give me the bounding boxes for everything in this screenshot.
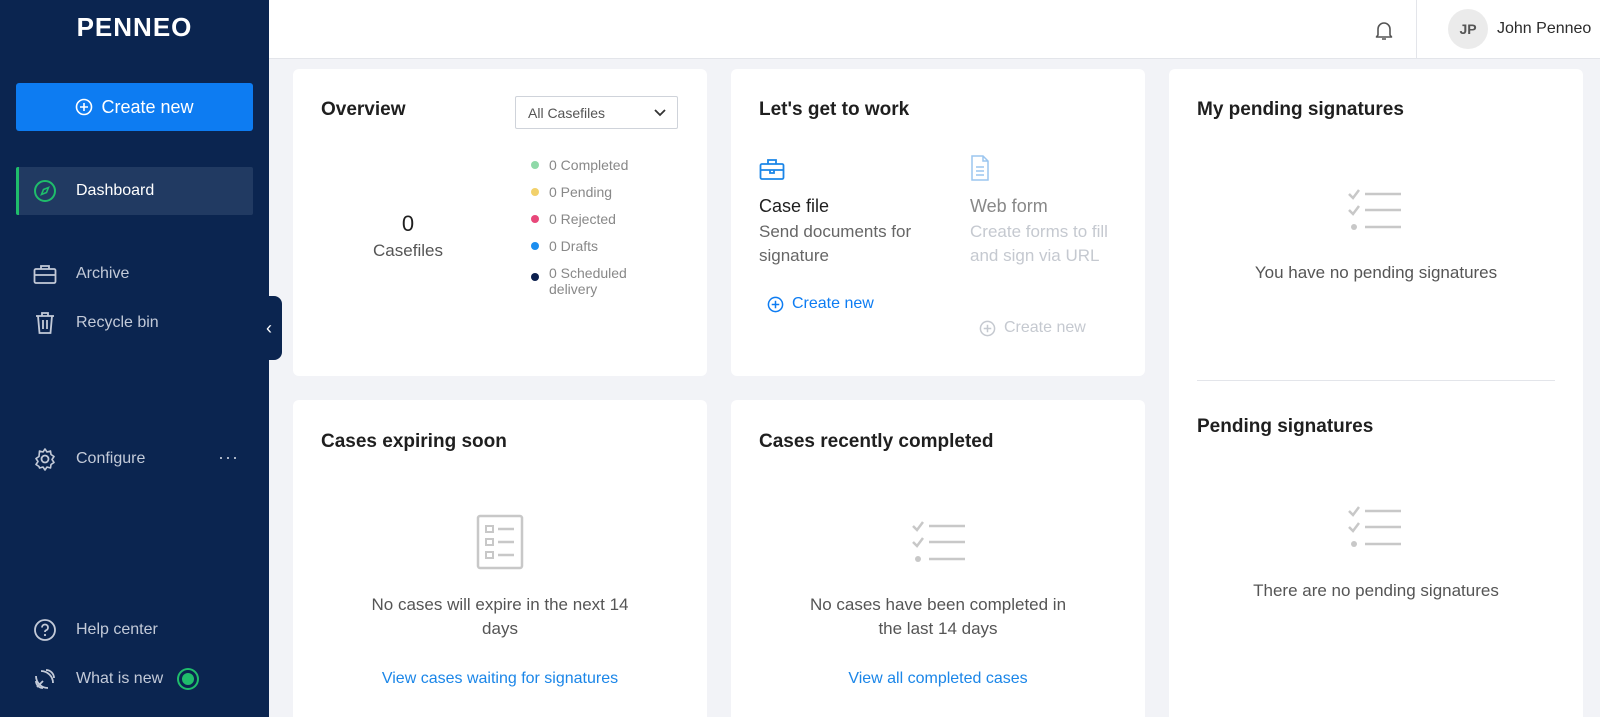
sidebar-item-label: What is new	[76, 670, 164, 687]
topbar-divider	[1416, 0, 1417, 59]
cases-completed-title: Cases recently completed	[759, 431, 994, 452]
pending-signatures-title: Pending signatures	[1197, 416, 1374, 437]
penneo-logo: PENNEO	[76, 12, 193, 42]
my-pending-signatures-title: My pending signatures	[1197, 99, 1404, 120]
case-file-title: Case file	[759, 196, 830, 216]
legend-dot	[531, 215, 539, 223]
view-completed-cases-link[interactable]: View all completed cases	[731, 670, 1145, 688]
trash-icon	[32, 310, 58, 336]
legend-scheduled-delivery: 0 Scheduled delivery	[531, 265, 641, 297]
sidebar-item-what-is-new[interactable]: What is new	[16, 655, 253, 703]
cases-completed-card: Cases recently completed No cases have b…	[731, 400, 1145, 717]
legend-label: 0 Completed	[549, 157, 629, 173]
briefcase-icon	[759, 159, 785, 180]
legend-completed: 0 Completed	[531, 157, 681, 173]
create-new-button[interactable]: Create new	[16, 83, 253, 131]
checklist-icon	[1348, 506, 1401, 547]
status-legend: 0 Completed 0 Pending 0 Rejected 0 Draft…	[531, 157, 681, 308]
section-divider	[1197, 380, 1555, 381]
create-new-label: Create new	[101, 96, 194, 117]
legend-pending: 0 Pending	[531, 184, 681, 200]
pending-empty-message: There are no pending signatures	[1253, 581, 1499, 600]
casefiles-filter-value: All Casefiles	[528, 104, 606, 121]
plus-circle-icon	[767, 296, 784, 312]
avatar[interactable]: JP	[1448, 9, 1488, 49]
sidebar-item-configure[interactable]: Configure ···	[16, 435, 253, 483]
legend-dot	[531, 242, 539, 250]
cases-expiring-title: Cases expiring soon	[321, 431, 507, 452]
sidebar-item-label: Dashboard	[76, 182, 155, 199]
top-bar	[269, 0, 1600, 59]
collapse-sidebar-button[interactable]: ‹	[256, 296, 282, 360]
legend-rejected: 0 Rejected	[531, 211, 681, 227]
create-web-form-link[interactable]: Create new	[979, 319, 1086, 337]
legend-dot	[531, 188, 539, 196]
signatures-card: My pending signatures You have no pendin…	[1169, 69, 1583, 717]
chevron-left-icon: ‹	[266, 317, 272, 338]
web-form-description: Create forms to fill and sign via URL	[970, 222, 1108, 265]
view-waiting-cases-link[interactable]: View cases waiting for signatures	[293, 670, 707, 688]
help-icon	[32, 617, 58, 643]
legend-drafts: 0 Drafts	[531, 238, 681, 254]
plus-circle-icon	[76, 98, 93, 116]
legend-dot	[531, 273, 539, 281]
my-pending-empty-message: You have no pending signatures	[1254, 263, 1498, 282]
legend-label: 0 Drafts	[549, 238, 599, 254]
more-options-icon[interactable]: ···	[218, 447, 239, 468]
gear-icon	[32, 446, 58, 472]
briefcase-icon	[32, 261, 58, 287]
casefiles-filter-select[interactable]: All Casefiles	[515, 96, 678, 129]
sidebar-item-archive[interactable]: Archive	[16, 250, 253, 298]
web-form-title: Web form	[970, 196, 1048, 216]
create-case-file-link[interactable]: Create new	[767, 295, 874, 313]
casefiles-label: Casefiles	[373, 241, 443, 260]
case-file-description: Send documents for signature	[759, 222, 912, 265]
sidebar-item-label: Help center	[76, 621, 158, 638]
cases-expiring-card: Cases expiring soon No cases will expire…	[293, 400, 707, 717]
user-name[interactable]: John Penneo	[1497, 20, 1591, 38]
legend-label: 0 Scheduled delivery	[549, 265, 627, 297]
checklist-icon	[1348, 189, 1401, 230]
document-icon	[971, 155, 989, 181]
legend-label: 0 Rejected	[549, 211, 616, 227]
overview-card: Overview All Casefiles 0 Casefiles 0 Com…	[293, 69, 707, 376]
sidebar-item-recycle-bin[interactable]: Recycle bin	[16, 299, 253, 347]
legend-dot	[531, 161, 539, 169]
get-to-work-title: Let's get to work	[759, 99, 910, 120]
compass-icon	[32, 178, 58, 204]
sidebar: PENNEO Create new Dashboard Archive Recy…	[0, 0, 269, 717]
get-to-work-card: Let's get to work Case file Send documen…	[731, 69, 1145, 376]
sidebar-item-label: Recycle bin	[76, 314, 159, 331]
create-case-file-label: Create new	[792, 295, 874, 312]
casefiles-count: 0	[401, 211, 415, 236]
expiring-empty-message: No cases will expire in the next 14 days	[371, 595, 629, 638]
sidebar-item-label: Archive	[76, 265, 130, 282]
plus-circle-icon	[979, 320, 996, 336]
checklist-icon	[912, 521, 965, 562]
legend-label: 0 Pending	[549, 184, 613, 200]
completed-empty-message: No cases have been completed in the last…	[809, 595, 1067, 638]
chevron-down-icon	[654, 109, 666, 117]
create-web-form-label: Create new	[1004, 319, 1086, 336]
checklist-document-icon	[476, 514, 524, 570]
new-indicator-badge	[179, 670, 198, 688]
overview-title: Overview	[321, 99, 406, 120]
sidebar-item-dashboard[interactable]: Dashboard	[16, 167, 253, 215]
bell-icon[interactable]	[1372, 18, 1396, 42]
sidebar-item-help-center[interactable]: Help center	[16, 606, 253, 654]
sidebar-item-label: Configure	[76, 450, 146, 467]
broadcast-icon	[32, 666, 58, 692]
